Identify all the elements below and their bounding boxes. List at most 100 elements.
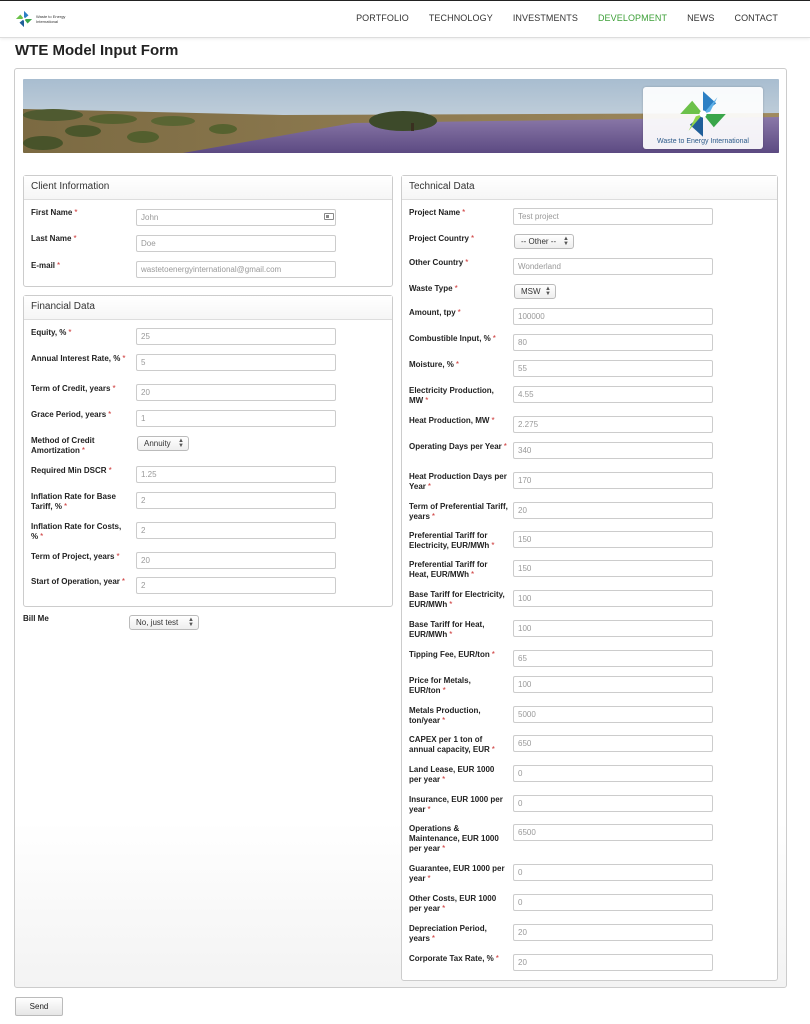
main-nav: PORTFOLIO TECHNOLOGY INVESTMENTS DEVELOP… (356, 13, 778, 23)
required-marker: * (427, 805, 431, 814)
electricity-production-input[interactable]: 4.55 (513, 386, 713, 403)
inflation-costs-input[interactable]: 2 (136, 522, 336, 539)
project-country-label: Project Country (409, 234, 470, 243)
term-preferential-tariff-label: Term of Preferential Tariff, years (409, 502, 508, 521)
min-dscr-input[interactable]: 1.25 (136, 466, 336, 483)
heat-production-input[interactable]: 2.275 (513, 416, 713, 433)
credit-amortization-label: Method of Credit Amortization (31, 436, 95, 455)
capex-label: CAPEX per 1 ton of annual capacity, EUR (409, 735, 490, 754)
electricity-production-label: Electricity Production, MW (409, 386, 494, 405)
moisture-input[interactable]: 55 (513, 360, 713, 377)
credit-amortization-select[interactable]: Annuity ▲ ▼ (137, 436, 189, 451)
banner-brand-text: Waste to Energy International (657, 138, 749, 145)
term-of-credit-input[interactable]: 20 (136, 384, 336, 401)
required-marker: * (491, 650, 495, 659)
grace-period-input[interactable]: 1 (136, 410, 336, 427)
nav-portfolio[interactable]: PORTFOLIO (356, 13, 409, 23)
guarantee-input[interactable]: 0 (513, 864, 713, 881)
required-marker: * (442, 775, 446, 784)
preferential-tariff-electricity-label: Preferential Tariff for Electricity, EUR… (409, 531, 490, 550)
inflation-base-tariff-label: Inflation Rate for Base Tariff, % (31, 492, 116, 511)
heat-production-days-label: Heat Production Days per Year (409, 472, 507, 491)
waste-type-select[interactable]: MSW ▲ ▼ (514, 284, 556, 299)
send-button[interactable]: Send (15, 997, 63, 1016)
preferential-tariff-electricity-input[interactable]: 150 (513, 531, 713, 548)
heat-production-label: Heat Production, MW (409, 416, 490, 425)
min-dscr-label: Required Min DSCR (31, 466, 107, 475)
capex-input[interactable]: 650 (513, 735, 713, 752)
inflation-base-tariff-input[interactable]: 2 (136, 492, 336, 509)
required-marker: * (455, 360, 460, 369)
required-marker: * (449, 600, 453, 609)
operating-days-label: Operating Days per Year (409, 442, 502, 451)
base-tariff-electricity-input[interactable]: 100 (513, 590, 713, 607)
heat-production-days-input[interactable]: 170 (513, 472, 713, 489)
nav-technology[interactable]: TECHNOLOGY (429, 13, 493, 23)
insurance-input[interactable]: 0 (513, 795, 713, 812)
other-costs-input[interactable]: 0 (513, 894, 713, 911)
required-marker: * (122, 354, 126, 363)
project-name-input[interactable]: Test project (513, 208, 713, 225)
insurance-label: Insurance, EUR 1000 per year (409, 795, 503, 814)
amount-input[interactable]: 100000 (513, 308, 713, 325)
last-name-label: Last Name (31, 234, 72, 243)
inflation-costs-label: Inflation Rate for Costs, % (31, 522, 122, 541)
base-tariff-heat-input[interactable]: 100 (513, 620, 713, 637)
client-information-title: Client Information (24, 176, 392, 200)
required-marker: * (431, 934, 436, 943)
required-marker: * (491, 416, 495, 425)
select-arrows-icon: ▲ ▼ (188, 617, 194, 628)
required-marker: * (108, 466, 112, 475)
required-marker: * (465, 258, 469, 267)
land-lease-label: Land Lease, EUR 1000 per year (409, 765, 495, 784)
tipping-fee-input[interactable]: 65 (513, 650, 713, 667)
project-name-label: Project Name (409, 208, 461, 217)
input-form: Waste to Energy International Client Inf… (14, 68, 787, 988)
other-costs-label: Other Costs, EUR 1000 per year (409, 894, 497, 913)
top-navigation-bar: Waste to Energy International PORTFOLIO … (0, 0, 810, 38)
tipping-fee-label: Tipping Fee, EUR/ton (409, 650, 490, 659)
first-name-input[interactable]: John (136, 209, 336, 226)
banner-image: Waste to Energy International (23, 79, 779, 153)
term-of-project-input[interactable]: 20 (136, 552, 336, 569)
banner-logo: Waste to Energy International (643, 87, 763, 149)
metals-production-input[interactable]: 5000 (513, 706, 713, 723)
client-information-panel: Client Information First Name * John Last… (23, 175, 393, 287)
site-logo[interactable]: Waste to Energy International (15, 9, 75, 29)
land-lease-input[interactable]: 0 (513, 765, 713, 782)
required-marker: * (425, 396, 429, 405)
required-marker: * (73, 234, 77, 243)
annual-interest-rate-input[interactable]: 5 (136, 354, 336, 371)
price-for-metals-input[interactable]: 100 (513, 676, 713, 693)
equity-input[interactable]: 25 (136, 328, 336, 345)
grace-period-label: Grace Period, years (31, 410, 107, 419)
other-country-label: Other Country (409, 258, 464, 267)
start-of-operation-input[interactable]: 2 (136, 577, 336, 594)
nav-contact[interactable]: CONTACT (734, 13, 778, 23)
select-arrows-icon: ▲ ▼ (178, 438, 184, 449)
operations-maintenance-input[interactable]: 6500 (513, 824, 713, 841)
corporate-tax-rate-label: Corporate Tax Rate, % (409, 954, 494, 963)
term-of-credit-label: Term of Credit, years (31, 384, 111, 393)
other-country-input[interactable]: Wonderland (513, 258, 713, 275)
bill-me-select[interactable]: No, just test ▲ ▼ (129, 615, 199, 630)
required-marker: * (449, 630, 453, 639)
last-name-input[interactable]: Doe (136, 235, 336, 252)
term-preferential-tariff-input[interactable]: 20 (513, 502, 713, 519)
annual-interest-rate-label: Annual Interest Rate, % (31, 354, 121, 363)
combustible-input-input[interactable]: 80 (513, 334, 713, 351)
required-marker: * (121, 577, 126, 586)
required-marker: * (454, 284, 458, 293)
preferential-tariff-heat-input[interactable]: 150 (513, 560, 713, 577)
operating-days-input[interactable]: 340 (513, 442, 713, 459)
nav-news[interactable]: NEWS (687, 13, 714, 23)
required-marker: * (81, 446, 86, 455)
project-country-select[interactable]: -- Other -- ▲ ▼ (514, 234, 574, 249)
depreciation-period-input[interactable]: 20 (513, 924, 713, 941)
corporate-tax-rate-input[interactable]: 20 (513, 954, 713, 971)
nav-development[interactable]: DEVELOPMENT (598, 13, 667, 23)
combustible-input-label: Combustible Input, % (409, 334, 491, 343)
nav-investments[interactable]: INVESTMENTS (513, 13, 578, 23)
email-input[interactable]: wastetoenergyinternational@gmail.com (136, 261, 336, 278)
required-marker: * (40, 532, 44, 541)
